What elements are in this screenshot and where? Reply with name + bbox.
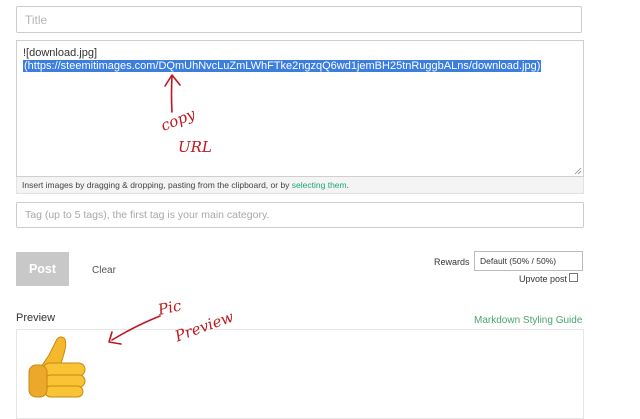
rewards-label: Rewards bbox=[434, 257, 470, 267]
preview-pane bbox=[16, 329, 584, 419]
markdown-styling-guide-link[interactable]: Markdown Styling Guide bbox=[474, 315, 582, 326]
upvote-post-label: Upvote post bbox=[519, 274, 568, 284]
hint-suffix: . bbox=[346, 180, 349, 190]
resize-handle-icon[interactable] bbox=[574, 167, 582, 175]
preview-heading: Preview bbox=[16, 312, 56, 324]
pic-note: Pic bbox=[155, 296, 183, 319]
upvote-post-checkbox[interactable] bbox=[569, 273, 578, 282]
tags-input[interactable] bbox=[16, 202, 584, 228]
editor-image-url-selected: (https://steemitimages.com/DQmUhNvcLuZmL… bbox=[23, 60, 542, 72]
clear-button[interactable]: Clear bbox=[92, 265, 116, 276]
post-button[interactable]: Post bbox=[16, 252, 69, 286]
markdown-editor[interactable]: ![download.jpg] (https://steemitimages.c… bbox=[16, 40, 584, 177]
select-images-link[interactable]: selecting them bbox=[292, 180, 347, 190]
thumbs-up-image bbox=[28, 336, 86, 398]
rewards-select[interactable]: Default (50% / 50%) bbox=[474, 251, 583, 271]
editor-hint: Insert images by dragging & dropping, pa… bbox=[16, 177, 584, 194]
hint-text: Insert images by dragging & dropping, pa… bbox=[22, 180, 292, 190]
title-input[interactable] bbox=[16, 6, 582, 33]
editor-image-alt-text: ![download.jpg] bbox=[23, 47, 97, 59]
